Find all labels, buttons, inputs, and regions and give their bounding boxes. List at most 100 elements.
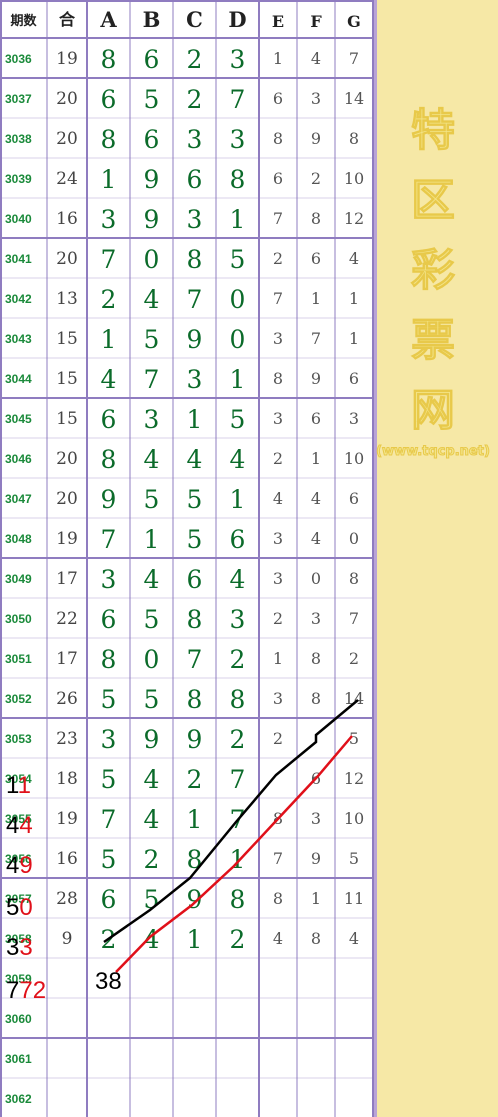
sum-value: 23 xyxy=(56,729,78,749)
digit-c: 8 xyxy=(187,605,203,634)
value-g: 11 xyxy=(344,889,364,908)
table-row: 3038 20 8 6 3 3 8 9 8 xyxy=(5,125,359,154)
sum-value: 20 xyxy=(56,489,78,509)
period-number: 3060 xyxy=(5,1012,32,1026)
digit-c: 9 xyxy=(187,885,203,914)
digit-a: 9 xyxy=(101,485,117,514)
header-period: 期数 xyxy=(10,13,37,29)
digit-d: 2 xyxy=(230,925,246,954)
annotation-black: 4 xyxy=(6,852,19,879)
digit-b: 6 xyxy=(144,125,160,154)
sum-value: 17 xyxy=(56,649,78,669)
digit-b: 7 xyxy=(144,365,160,394)
digit-a: 8 xyxy=(101,125,117,154)
digit-d: 8 xyxy=(230,165,246,194)
digit-d: 1 xyxy=(230,365,246,394)
annotation-pair: 33 xyxy=(6,934,33,961)
value-e: 7 xyxy=(273,289,283,308)
lottery-chart: 特区彩票网(www.tqcp.net) 期数合 A B C D E F G 3036 19 8 6 2… xyxy=(0,0,498,1117)
digit-b: 0 xyxy=(144,245,160,274)
value-g: 10 xyxy=(344,169,364,188)
digit-d: 8 xyxy=(230,685,246,714)
value-g: 2 xyxy=(349,649,359,668)
period-number: 3050 xyxy=(5,612,32,626)
sum-value: 13 xyxy=(56,289,78,309)
period-number: 3040 xyxy=(5,212,32,226)
digit-a: 8 xyxy=(101,45,117,74)
period-number: 3051 xyxy=(5,652,32,666)
annotation-red: 9 xyxy=(19,852,32,879)
digit-d: 7 xyxy=(230,85,246,114)
digit-b: 4 xyxy=(144,765,160,794)
table-row: 3052 26 5 5 8 8 3 8 14 xyxy=(5,685,364,714)
value-e: 6 xyxy=(273,89,283,108)
period-number: 3038 xyxy=(5,132,32,146)
digit-c: 3 xyxy=(187,205,203,234)
value-f: 0 xyxy=(311,569,321,588)
digit-b: 5 xyxy=(144,685,160,714)
digit-d: 3 xyxy=(230,125,246,154)
sum-value: 24 xyxy=(56,169,78,189)
value-g: 1 xyxy=(349,329,359,348)
digit-d: 1 xyxy=(230,845,246,874)
sum-value: 15 xyxy=(56,369,78,389)
period-number: 3047 xyxy=(5,492,32,506)
value-f: 6 xyxy=(311,249,321,268)
header-col-f: F xyxy=(310,12,322,31)
value-f: 1 xyxy=(311,289,321,308)
value-e: 2 xyxy=(273,609,283,628)
sum-value: 17 xyxy=(56,569,78,589)
digit-b: 4 xyxy=(144,565,160,594)
value-g: 10 xyxy=(344,449,364,468)
value-e: 1 xyxy=(273,49,283,68)
digit-c: 1 xyxy=(187,805,203,834)
digit-c: 8 xyxy=(187,245,203,274)
value-e: 7 xyxy=(273,849,283,868)
value-g: 14 xyxy=(344,89,364,108)
value-g: 8 xyxy=(349,129,359,148)
period-number: 3045 xyxy=(5,412,32,426)
period-number: 3037 xyxy=(5,92,32,106)
value-g: 5 xyxy=(349,849,359,868)
period-number: 3039 xyxy=(5,172,32,186)
sum-value: 16 xyxy=(56,209,78,229)
value-f: 1 xyxy=(311,449,321,468)
value-g: 10 xyxy=(344,809,364,828)
table-row: 3043 15 1 5 9 0 3 7 1 xyxy=(5,325,359,354)
digit-c: 8 xyxy=(187,685,203,714)
annotation-red: 72 xyxy=(19,977,46,1004)
value-e: 6 xyxy=(273,169,283,188)
digit-a: 1 xyxy=(101,325,117,354)
value-f: 8 xyxy=(311,209,321,228)
table-row: 3060 xyxy=(5,1012,32,1026)
digit-c: 4 xyxy=(187,445,203,474)
annotation-pair: 49 xyxy=(6,852,33,879)
digit-d: 1 xyxy=(230,205,246,234)
value-g: 6 xyxy=(349,369,359,388)
value-f: 3 xyxy=(311,609,321,628)
digit-d: 6 xyxy=(230,525,246,554)
digit-c: 5 xyxy=(187,525,203,554)
digit-a: 6 xyxy=(101,405,117,434)
digit-d: 0 xyxy=(230,325,246,354)
value-e: 3 xyxy=(273,329,283,348)
value-g: 8 xyxy=(349,569,359,588)
table-row: 3041 20 7 0 8 5 2 6 4 xyxy=(5,245,359,274)
table-row: 3040 16 3 9 3 1 7 8 12 xyxy=(5,205,364,234)
value-f: 9 xyxy=(311,849,321,868)
watermark-char: 网 xyxy=(411,385,455,436)
value-g: 0 xyxy=(349,529,359,548)
digit-c: 5 xyxy=(187,485,203,514)
digit-b: 1 xyxy=(144,525,160,554)
value-g: 4 xyxy=(349,929,359,948)
value-e: 8 xyxy=(273,889,283,908)
digit-a: 5 xyxy=(101,765,117,794)
value-e: 3 xyxy=(273,529,283,548)
table-row: 3042 13 2 4 7 0 7 1 1 xyxy=(5,285,359,314)
digit-c: 3 xyxy=(187,125,203,154)
period-number: 3036 xyxy=(5,52,32,66)
value-f: 4 xyxy=(311,49,321,68)
digit-a: 7 xyxy=(101,805,117,834)
period-number: 3052 xyxy=(5,692,32,706)
period-number: 3044 xyxy=(5,372,32,386)
